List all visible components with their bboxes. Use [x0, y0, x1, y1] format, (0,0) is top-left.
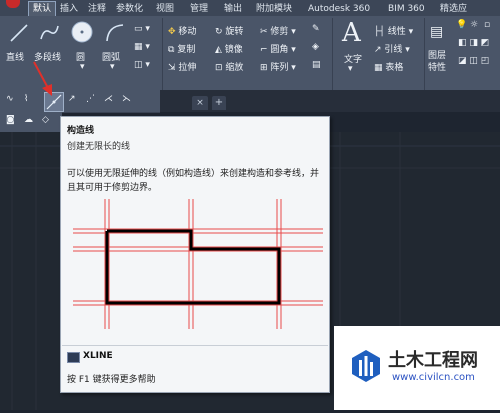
- move-icon: ✥: [168, 27, 176, 37]
- scale-icon: ⊡: [215, 63, 223, 73]
- tooltip-description: 可以使用无限延伸的线（例如构造线）来创建构造和参考线，并且其可用于修剪边界。: [67, 169, 320, 193]
- fillet-icon: ⌐: [260, 45, 268, 55]
- command-line-icon: [67, 352, 80, 363]
- watermark-url: www.civilcn.com: [392, 372, 475, 383]
- tab-bim-360[interactable]: BIM 360: [384, 2, 429, 16]
- wipeout-icon[interactable]: ◇: [42, 115, 49, 125]
- text-icon: A: [342, 18, 361, 48]
- rotate-button[interactable]: ↻ 旋转: [215, 24, 243, 37]
- circle-icon: [71, 21, 93, 43]
- copy-button[interactable]: ⧉ 复制: [168, 42, 195, 55]
- circle-dropdown-icon[interactable]: ▾: [80, 62, 85, 72]
- spline-icon[interactable]: ∿: [6, 94, 14, 104]
- tooltip-title: 构造线: [67, 126, 95, 136]
- tab-parametric[interactable]: 参数化: [112, 2, 147, 16]
- stretch-button[interactable]: ⇲ 拉伸: [168, 60, 196, 73]
- copy-icon: ⧉: [168, 45, 175, 55]
- revision-cloud-icon[interactable]: ☁: [24, 115, 33, 125]
- divide-icon[interactable]: ⋌: [104, 94, 113, 104]
- array-icon: ⊞: [260, 63, 268, 73]
- tab-view[interactable]: 视图: [152, 2, 178, 16]
- hatch-tool-icon[interactable]: ▦ ▾: [134, 42, 150, 52]
- region-tool-icon[interactable]: ◫ ▾: [134, 60, 150, 70]
- trim-icon: ✂: [260, 27, 268, 37]
- line-icon: [10, 24, 28, 42]
- site-watermark: 土木工程网 www.civilcn.com: [334, 326, 500, 410]
- construction-line-illustration: [73, 199, 323, 329]
- ribbon-tab-bar: 默认 插入 注释 参数化 视图 管理 输出 附加模块 Autodesk 360 …: [0, 0, 500, 16]
- ray-icon[interactable]: ↗: [68, 94, 76, 104]
- text-button[interactable]: 文字: [344, 52, 362, 65]
- tab-autodesk-360[interactable]: Autodesk 360: [304, 2, 374, 16]
- panel-separator: [424, 18, 425, 92]
- polyline-icon: [40, 25, 59, 40]
- tab-annotate[interactable]: 注释: [84, 2, 110, 16]
- layer-tool-icon[interactable]: ◪ ◫ ◰: [458, 56, 489, 66]
- stretch-icon: ⇲: [168, 63, 176, 73]
- layer-tool-icon[interactable]: ◧ ◨ ◩: [458, 38, 489, 48]
- tooltip-subtitle: 创建无限长的线: [67, 142, 131, 152]
- arc-icon: [106, 24, 124, 42]
- layer-properties-icon: ▤: [430, 24, 444, 40]
- move-button[interactable]: ✥ 移动: [168, 24, 196, 37]
- mirror-icon: ◭: [215, 45, 222, 55]
- tab-output[interactable]: 输出: [220, 2, 246, 16]
- civilcn-logo-icon: [352, 350, 380, 382]
- panel-separator: [162, 18, 163, 92]
- draw-expanded-strip: ∿ ⌇ ↗ ⋰ ⋌ ⋋: [0, 90, 160, 113]
- panel-separator: [332, 18, 333, 92]
- measure-icon[interactable]: ⋋: [122, 94, 131, 104]
- command-tooltip: 构造线 创建无限长的线 可以使用无限延伸的线（例如构造线）来创建构造和参考线，并…: [60, 116, 330, 393]
- lock-icon[interactable]: ▫: [484, 20, 490, 30]
- tab-default[interactable]: 默认: [28, 1, 57, 16]
- fillet-button[interactable]: ⌐ 圆角 ▾: [260, 42, 296, 55]
- offset-tool-icon[interactable]: ▤: [312, 60, 321, 70]
- draw-expanded-strip-2: ◙ ☁ ◇: [0, 112, 62, 132]
- tooltip-command-name: XLINE: [83, 351, 113, 361]
- table-icon: ▦: [374, 63, 383, 73]
- multiple-points-icon[interactable]: ⋰: [86, 94, 95, 104]
- tab-manage[interactable]: 管理: [186, 2, 212, 16]
- scale-button[interactable]: ⊡ 缩放: [215, 60, 243, 73]
- arc-dropdown-icon[interactable]: ▾: [110, 62, 115, 72]
- tab-insert[interactable]: 插入: [56, 2, 82, 16]
- layer-properties-button[interactable]: 图层 特性: [428, 50, 446, 74]
- highlight-arrow: [33, 61, 52, 96]
- mirror-button[interactable]: ◭ 镜像: [215, 42, 243, 55]
- boundary-icon[interactable]: ◙: [6, 115, 15, 125]
- ribbon: 直线 多段线 圆 ▾ 圆弧 ▾ ▭ ▾ ▦ ▾ ◫ ▾ ✥ 移动 ↻ 旋转 ✂ …: [0, 16, 500, 105]
- app-menu-button[interactable]: [0, 0, 26, 16]
- line-button[interactable]: 直线: [6, 50, 24, 63]
- sun-icon[interactable]: ☼: [470, 20, 478, 30]
- lightbulb-icon[interactable]: 💡: [456, 20, 467, 30]
- text-dropdown-icon[interactable]: ▾: [348, 64, 353, 74]
- dimension-button[interactable]: ├┤ 线性 ▾: [374, 24, 413, 37]
- tab-addins[interactable]: 附加模块: [252, 2, 296, 16]
- close-document-icon[interactable]: ×: [192, 96, 208, 110]
- array-button[interactable]: ⊞ 阵列 ▾: [260, 60, 296, 73]
- rectangle-tool-icon[interactable]: ▭ ▾: [134, 24, 150, 34]
- dimension-icon: ├┤: [374, 27, 385, 37]
- construction-lines: [73, 199, 323, 329]
- rotate-icon: ↻: [215, 27, 223, 37]
- tooltip-help-hint: 按 F1 键获得更多帮助: [67, 375, 156, 385]
- leader-icon: ↗: [374, 45, 382, 55]
- trim-button[interactable]: ✂ 修剪 ▾: [260, 24, 296, 37]
- explode-tool-icon[interactable]: ◈: [312, 42, 319, 52]
- tooltip-divider: [62, 345, 328, 346]
- document-tab-bar: [160, 90, 500, 112]
- watermark-name: 土木工程网: [388, 350, 478, 371]
- table-button[interactable]: ▦ 表格: [374, 60, 403, 73]
- erase-tool-icon[interactable]: ✎: [312, 24, 320, 34]
- tab-featured[interactable]: 精选应: [436, 2, 471, 16]
- leader-button[interactable]: ↗ 引线 ▾: [374, 42, 410, 55]
- autocad-logo-icon: [6, 0, 20, 8]
- new-document-tab[interactable]: +: [212, 96, 226, 110]
